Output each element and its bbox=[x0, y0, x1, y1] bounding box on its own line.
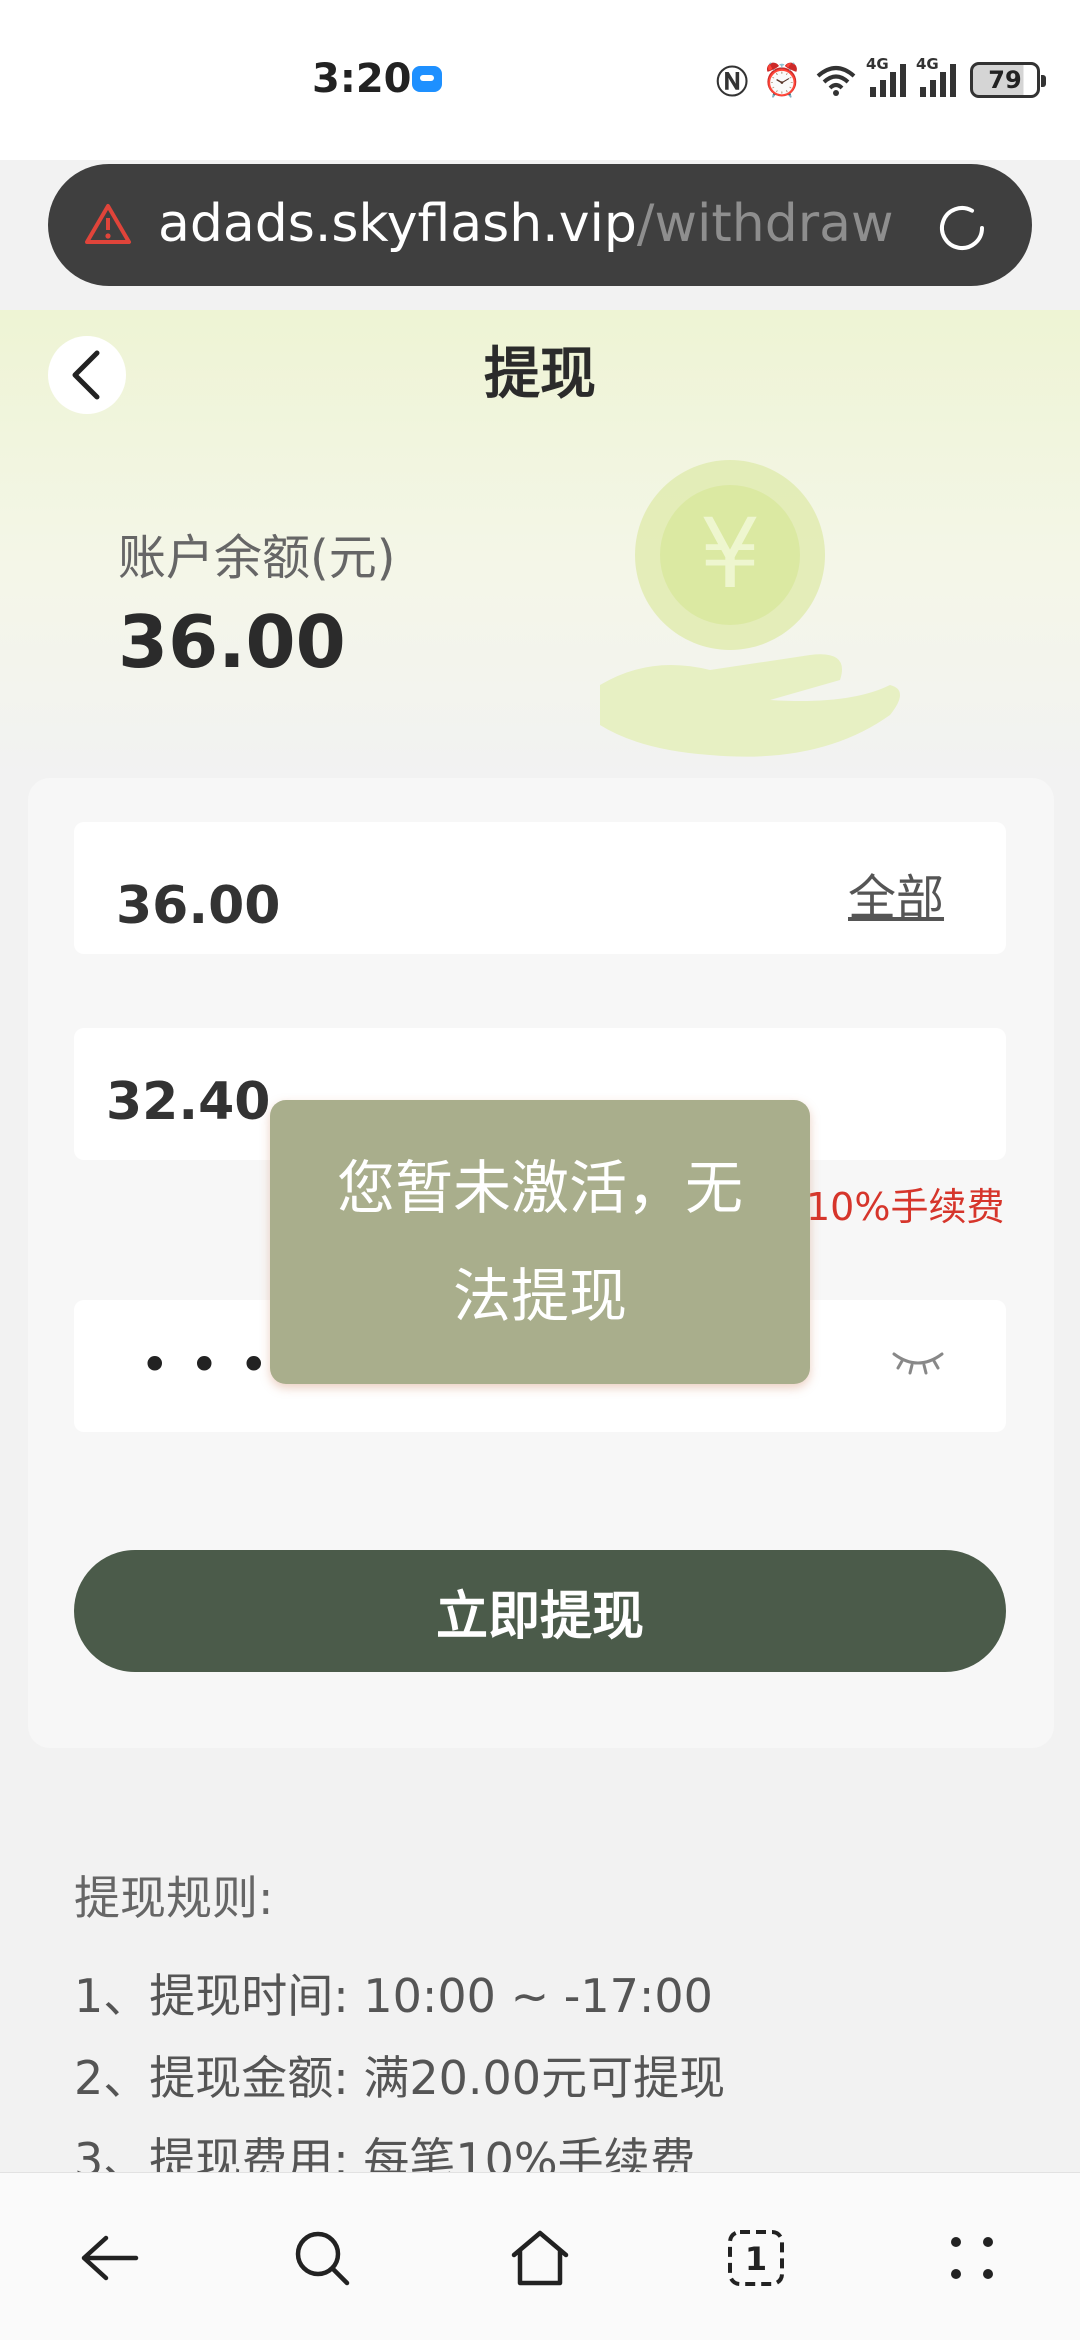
balance-value: 36.00 bbox=[118, 600, 346, 684]
page-title: 提现 bbox=[484, 342, 596, 407]
toast-message: 您暂未激活，无法提现 bbox=[270, 1100, 810, 1384]
status-icons: Ⓝ ⏰ 4G 4G 79 bbox=[716, 55, 1046, 102]
eye-closed-icon[interactable] bbox=[890, 1348, 946, 1378]
withdraw-amount-value[interactable]: 36.00 bbox=[116, 876, 280, 936]
network-type-2: 4G bbox=[916, 55, 939, 73]
home-icon bbox=[511, 2230, 569, 2286]
url-host: adads.skyflash.vip bbox=[158, 194, 637, 254]
message-notification-icon bbox=[412, 66, 442, 92]
status-time: 3:20 bbox=[312, 56, 412, 102]
toast-text: 您暂未激活，无法提现 bbox=[336, 1154, 743, 1330]
signal-strength-2-icon: 4G bbox=[916, 55, 956, 97]
withdraw-all-link[interactable]: 全部 bbox=[848, 858, 944, 928]
tabs-icon: 1 bbox=[728, 2230, 784, 2286]
svg-text:¥: ¥ bbox=[699, 498, 760, 610]
arrow-left-icon bbox=[81, 2235, 139, 2281]
nav-menu-button[interactable] bbox=[936, 2222, 1008, 2294]
rule-item: 2、提现金额: 满20.00元可提现 bbox=[74, 2051, 726, 2105]
nav-back-button[interactable] bbox=[72, 2222, 144, 2294]
svg-text:1: 1 bbox=[745, 2240, 767, 2278]
search-icon bbox=[295, 2231, 350, 2286]
menu-dots-icon bbox=[951, 2237, 993, 2279]
url-path: /withdraw bbox=[636, 194, 894, 254]
actual-amount-value: 32.40 bbox=[106, 1072, 271, 1132]
wifi-icon bbox=[816, 66, 856, 96]
withdraw-now-button[interactable]: 立即提现 bbox=[74, 1550, 1006, 1672]
rule-item: 1、提现时间: 10:00 ~ -17:00 bbox=[74, 1969, 713, 2023]
coin-hand-illustration: ¥ bbox=[600, 460, 900, 757]
nav-tabs-button[interactable]: 1 bbox=[720, 2222, 792, 2294]
rules-title: 提现规则: bbox=[74, 1871, 274, 1925]
fee-note: 10%手续费 bbox=[806, 1185, 1005, 1229]
network-type-1: 4G bbox=[866, 55, 889, 73]
battery-icon: 79 bbox=[970, 62, 1046, 98]
address-bar[interactable]: adads.skyflash.vip/withdraw bbox=[48, 164, 1032, 286]
warning-icon bbox=[85, 204, 131, 244]
url-text[interactable]: adads.skyflash.vip/withdraw bbox=[158, 194, 894, 254]
signal-strength-1-icon: 4G bbox=[866, 55, 906, 97]
nfc-icon: Ⓝ bbox=[716, 63, 749, 101]
alarm-icon: ⏰ bbox=[762, 61, 802, 99]
status-bar: 3:20 Ⓝ ⏰ 4G 4G 79 bbox=[0, 0, 1080, 160]
password-mask[interactable]: ••• bbox=[140, 1336, 288, 1394]
balance-label: 账户余额(元) bbox=[118, 530, 396, 586]
nav-home-button[interactable] bbox=[504, 2222, 576, 2294]
reload-icon[interactable] bbox=[932, 198, 992, 258]
nav-search-button[interactable] bbox=[286, 2222, 358, 2294]
